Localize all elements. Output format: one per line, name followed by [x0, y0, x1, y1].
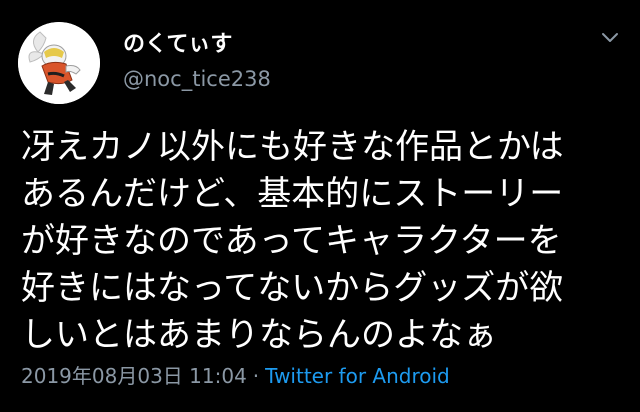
user-handle[interactable]: @noc_tice238	[123, 67, 271, 91]
tweet-text-line: あるんだけど、基本的にストーリー	[21, 174, 564, 214]
chevron-down-icon[interactable]	[598, 28, 622, 48]
tweet-timestamp[interactable]: 2019年08月03日 11:04	[21, 364, 247, 388]
tweet-text: 冴えカノ以外にも好きな作品とかは あるんだけど、基本的にストーリー が好きなので…	[21, 124, 621, 359]
avatar[interactable]	[18, 22, 100, 104]
display-name[interactable]: のくてぃす	[123, 26, 232, 58]
raboot-character-avatar-icon	[18, 22, 100, 104]
tweet-text-line: が好きなのであってキャラクターを	[21, 221, 562, 261]
tweet-meta: 2019年08月03日 11:04 · Twitter for Android	[21, 360, 450, 389]
tweet-source-link[interactable]: Twitter for Android	[265, 364, 450, 388]
meta-separator: ·	[252, 364, 260, 388]
tweet-text-line: 好きにはなってないからグッズが欲	[21, 268, 564, 308]
tweet: のくてぃす @noc_tice238 冴えカノ以外にも好きな作品とかは あるんだ…	[0, 0, 640, 412]
tweet-text-line: しいとはあまりならんのよなぁ	[21, 315, 497, 355]
tweet-text-line: 冴えカノ以外にも好きな作品とかは	[21, 127, 564, 167]
